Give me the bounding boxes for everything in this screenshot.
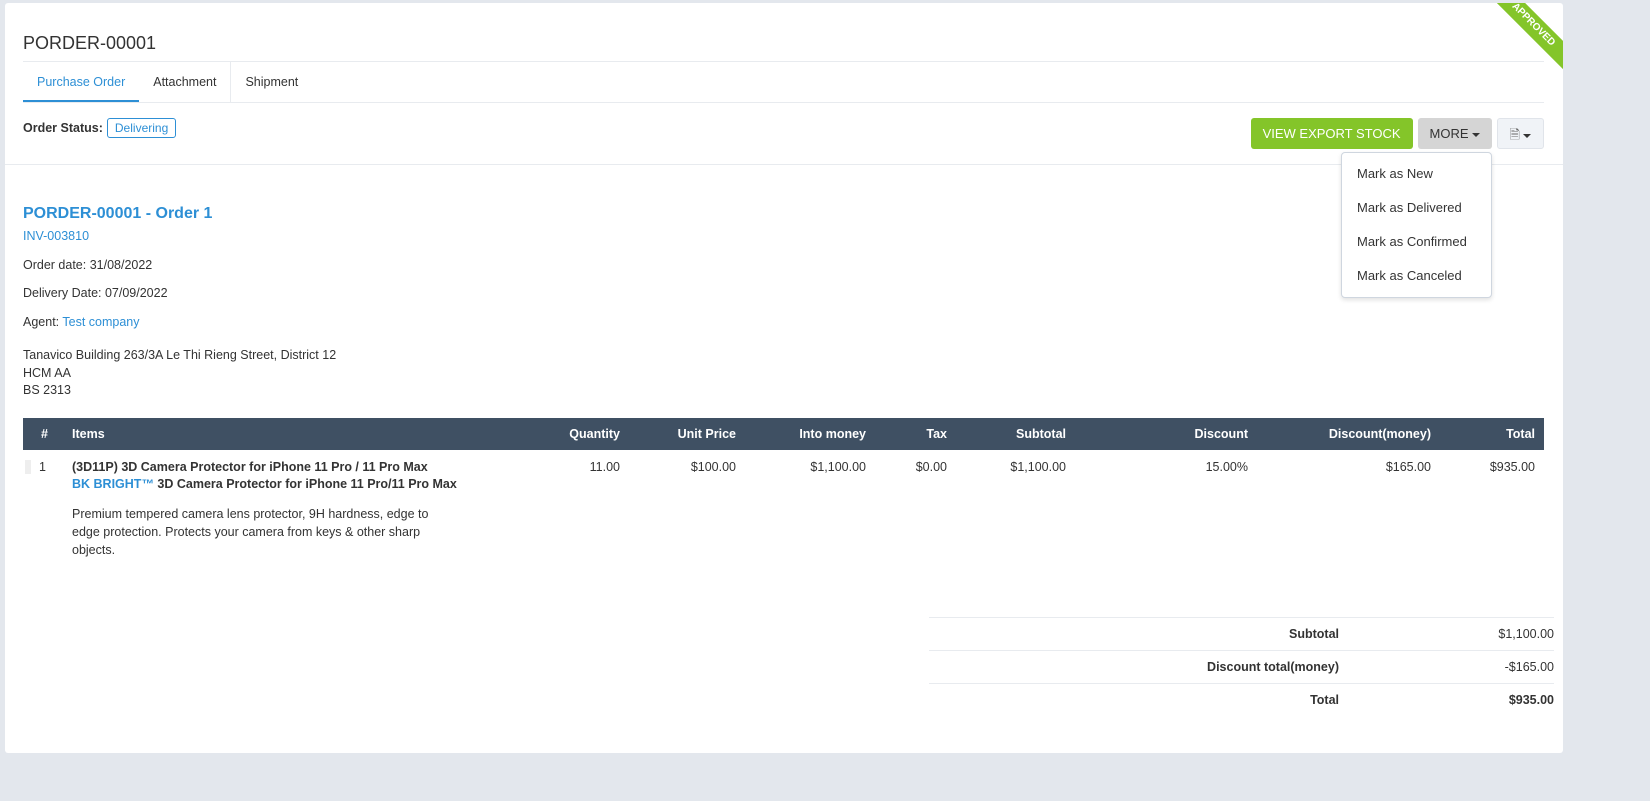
cell-discount: 15.00% <box>1205 460 1248 474</box>
cell-unit-price: $100.00 <box>690 460 736 474</box>
cell-into-money: $1,100.00 <box>810 460 866 474</box>
cell-quantity: 11.00 <box>589 460 620 474</box>
subtotal-label: Subtotal <box>1289 627 1339 641</box>
tab-shipment[interactable]: Shipment <box>230 62 312 102</box>
item-brand: BK BRIGHT™ <box>72 477 154 491</box>
col-into-money: Into money <box>745 418 875 450</box>
discount-total-label: Discount total(money) <box>1207 660 1339 674</box>
items-table: # Items Quantity Unit Price Into money T… <box>23 418 1544 569</box>
delivery-date: Delivery Date: 07/09/2022 <box>23 286 168 301</box>
menu-mark-delivered[interactable]: Mark as Delivered <box>1342 191 1491 225</box>
address-line: Tanavico Building 263/3A Le Thi Rieng St… <box>23 348 337 363</box>
item-name: (3D11P) 3D Camera Protector for iPhone 1… <box>72 460 428 474</box>
more-dropdown-menu: Mark as New Mark as Delivered Mark as Co… <box>1341 152 1492 298</box>
view-export-stock-button[interactable]: VIEW EXPORT STOCK <box>1250 118 1413 149</box>
page-title: PORDER-00001 <box>23 33 157 53</box>
tab-purchase-order[interactable]: Purchase Order <box>23 62 140 102</box>
total-label: Total <box>1310 693 1339 707</box>
more-button[interactable]: MORE <box>1417 118 1492 149</box>
order-title: PORDER-00001 - Order 1 <box>23 205 213 222</box>
col-unit-price: Unit Price <box>629 418 745 450</box>
pdf-button[interactable]: 🗎 <box>1496 118 1544 149</box>
col-quantity: Quantity <box>529 418 629 450</box>
totals: Subtotal $1,100.00 Discount total(money) -… <box>929 617 1554 716</box>
tab-attachment[interactable]: Attachment <box>139 62 230 102</box>
agent-link[interactable]: Test company <box>62 315 139 329</box>
col-num: # <box>23 418 63 450</box>
col-total: Total <box>1440 418 1544 450</box>
subtotal-value: $1,100.00 <box>1498 627 1554 641</box>
address-line: BS 2313 <box>23 383 71 398</box>
row-num: 1 <box>39 460 46 474</box>
status-label: Order Status: <box>23 121 103 135</box>
order-date: Order date: 31/08/2022 <box>23 257 153 272</box>
pdf-icon: 🗎 <box>1509 127 1520 142</box>
more-label: MORE <box>1429 126 1469 141</box>
drag-handle-icon[interactable] <box>25 460 31 474</box>
item-subname: 3D Camera Protector for iPhone 11 Pro/11… <box>153 477 457 491</box>
cell-tax: $0.00 <box>915 460 947 474</box>
col-subtotal: Subtotal <box>956 418 1075 450</box>
menu-mark-confirmed[interactable]: Mark as Confirmed <box>1342 225 1491 259</box>
cell-discount-money: $165.00 <box>1385 460 1431 474</box>
order-status: Order Status: Delivering <box>23 118 177 138</box>
agent-label: Agent: <box>23 314 60 329</box>
menu-mark-canceled[interactable]: Mark as Canceled <box>1342 259 1491 293</box>
col-tax: Tax <box>875 418 956 450</box>
status-badge: Delivering <box>106 118 177 138</box>
menu-mark-new[interactable]: Mark as New <box>1342 157 1491 191</box>
cell-subtotal: $1,100.00 <box>1010 460 1066 474</box>
table-row: 1 (3D11P) 3D Camera Protector for iPhone… <box>23 450 1544 569</box>
col-items: Items <box>63 418 529 450</box>
invoice-link[interactable]: INV-003810 <box>23 228 336 246</box>
caret-down-icon <box>1523 133 1531 138</box>
cell-total: $935.00 <box>1489 460 1535 474</box>
total-value: $935.00 <box>1508 693 1554 707</box>
tabs: Purchase Order Attachment Shipment <box>23 61 1544 103</box>
caret-down-icon <box>1471 132 1480 137</box>
item-description: Premium tempered camera lens protector, … <box>72 507 429 558</box>
address-line: HCM AA <box>23 365 71 380</box>
order-card: APPROVED PORDER-00001 Purchase Order Att… <box>5 3 1563 753</box>
discount-total-value: -$165.00 <box>1504 660 1554 674</box>
divider <box>5 164 1563 165</box>
col-discount-money: Discount(money) <box>1257 418 1440 450</box>
order-info: PORDER-00001 - Order 1 INV-003810 Order … <box>23 203 336 400</box>
col-discount: Discount <box>1075 418 1257 450</box>
